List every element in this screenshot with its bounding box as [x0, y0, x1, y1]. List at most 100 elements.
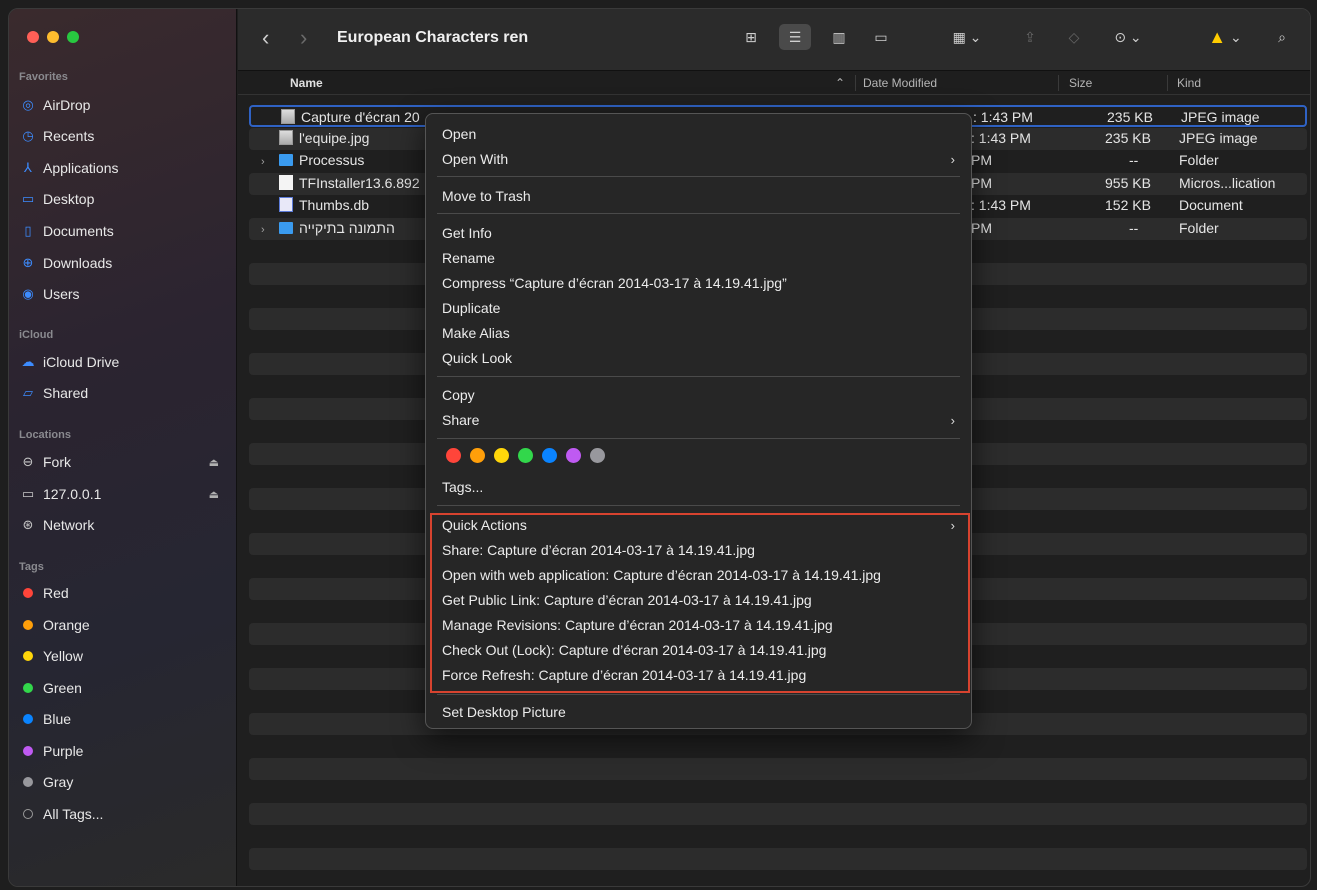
tag-red-swatch[interactable]: [446, 448, 461, 463]
file-date: : 1:43 PM: [971, 130, 1031, 146]
menu-item-quick-actions[interactable]: Quick Actions ›: [442, 514, 961, 536]
sidebar-item-network[interactable]: ⊛ Network: [19, 512, 219, 538]
warning-icon: ▲: [1208, 26, 1227, 47]
share-button[interactable]: ⇪: [1019, 24, 1041, 50]
menu-separator: [437, 505, 960, 506]
menu-item-make-alias[interactable]: Make Alias: [442, 322, 961, 344]
menu-item-open[interactable]: Open: [442, 123, 961, 145]
menu-item-set-desktop-picture[interactable]: Set Desktop Picture: [442, 701, 961, 723]
tag-button[interactable]: ◇: [1061, 24, 1087, 50]
tag-color-picker: [446, 448, 605, 463]
sidebar-item-label: Users: [43, 286, 80, 302]
menu-item-label: Get Info: [442, 225, 492, 241]
sidebar-item-icloud-drive[interactable]: ☁ iCloud Drive: [19, 349, 219, 375]
search-button[interactable]: ⌕: [1269, 24, 1295, 50]
menu-item-qa-force-refresh[interactable]: Force Refresh: Capture d’écran 2014-03-1…: [442, 664, 961, 686]
forward-button[interactable]: ›: [300, 25, 307, 51]
eject-icon[interactable]: ⏏: [209, 488, 219, 501]
tag-gray-swatch[interactable]: [590, 448, 605, 463]
menu-item-qa-share[interactable]: Share: Capture d’écran 2014-03-17 à 14.1…: [442, 539, 961, 561]
sidebar-item-airdrop[interactable]: ◎ AirDrop: [19, 92, 219, 118]
file-size: 235 KB: [1105, 130, 1151, 146]
menu-separator: [437, 694, 960, 695]
file-name: TFInstaller13.6.892: [299, 175, 420, 191]
menu-item-label: Copy: [442, 387, 475, 403]
sidebar-item-documents[interactable]: ▯ Documents: [19, 218, 219, 244]
menu-item-tags[interactable]: Tags...: [442, 476, 961, 498]
menu-separator: [437, 376, 960, 377]
disclosure-chevron-icon[interactable]: ›: [261, 224, 273, 236]
menu-item-rename[interactable]: Rename: [442, 247, 961, 269]
sidebar-item-users[interactable]: ◉ Users: [19, 281, 219, 307]
tag-purple-swatch[interactable]: [566, 448, 581, 463]
clock-icon: ◷: [22, 128, 34, 143]
column-size-header[interactable]: Size: [1069, 76, 1092, 90]
disclosure-chevron-icon[interactable]: ›: [261, 156, 273, 168]
sidebar-tag-purple[interactable]: Purple: [19, 738, 219, 764]
column-name-header[interactable]: Name: [290, 76, 323, 90]
sidebar-item-downloads[interactable]: ⊕ Downloads: [19, 250, 219, 276]
close-window-button[interactable]: [27, 31, 39, 43]
tag-green-swatch[interactable]: [518, 448, 533, 463]
group-icon: ▦ ⌄: [952, 28, 982, 45]
sidebar-item-localhost[interactable]: ▭ 127.0.0.1 ⏏: [19, 481, 219, 507]
drive-icon: ⊖: [22, 454, 34, 469]
sidebar-tag-all[interactable]: All Tags...: [19, 801, 219, 827]
document-icon: [279, 175, 293, 190]
sidebar-item-fork[interactable]: ⊖ Fork ⏏: [19, 449, 219, 475]
menu-item-qa-open-web[interactable]: Open with web application: Capture d’écr…: [442, 564, 961, 586]
sidebar-tag-red[interactable]: Red: [19, 580, 219, 606]
sidebar-tag-yellow[interactable]: Yellow: [19, 643, 219, 669]
menu-item-get-info[interactable]: Get Info: [442, 222, 961, 244]
eject-icon[interactable]: ⏏: [209, 456, 219, 469]
folder-icon: [279, 222, 293, 234]
file-name: l'equipe.jpg: [299, 130, 370, 146]
sidebar-item-recents[interactable]: ◷ Recents: [19, 123, 219, 149]
warning-menu-button[interactable]: ▲ ⌄: [1203, 24, 1247, 50]
column-date-header[interactable]: Date Modified: [863, 76, 937, 90]
sidebar-item-label: Fork: [43, 454, 71, 470]
menu-item-share[interactable]: Share ›: [442, 409, 961, 431]
back-button[interactable]: ‹: [262, 25, 269, 51]
menu-item-label: Make Alias: [442, 325, 510, 341]
menu-item-qa-check-out[interactable]: Check Out (Lock): Capture d’écran 2014-0…: [442, 639, 961, 661]
menu-item-qa-public-link[interactable]: Get Public Link: Capture d’écran 2014-03…: [442, 589, 961, 611]
menu-item-compress[interactable]: Compress “Capture d’écran 2014-03-17 à 1…: [442, 272, 961, 294]
gallery-view-button[interactable]: ▭: [866, 24, 896, 50]
sidebar-tag-orange[interactable]: Orange: [19, 612, 219, 638]
empty-row: [249, 848, 1307, 870]
menu-item-label: Share: Capture d’écran 2014-03-17 à 14.1…: [442, 542, 755, 558]
menu-item-open-with[interactable]: Open With ›: [442, 148, 961, 170]
more-actions-button[interactable]: ⊙ ⌄: [1106, 24, 1150, 50]
tag-yellow-swatch[interactable]: [494, 448, 509, 463]
menu-item-copy[interactable]: Copy: [442, 384, 961, 406]
menu-item-label: Get Public Link: Capture d’écran 2014-03…: [442, 592, 812, 608]
file-name: Processus: [299, 152, 365, 168]
tag-blue-swatch[interactable]: [542, 448, 557, 463]
sidebar-tag-green[interactable]: Green: [19, 675, 219, 701]
sidebar-item-applications[interactable]: ⅄ Applications: [19, 155, 219, 181]
column-divider: [1167, 75, 1168, 91]
monitor-icon: ▭: [21, 486, 35, 501]
minimize-window-button[interactable]: [47, 31, 59, 43]
column-kind-header[interactable]: Kind: [1177, 76, 1201, 90]
menu-item-move-to-trash[interactable]: Move to Trash: [442, 185, 961, 207]
icon-view-button[interactable]: ⊞: [738, 24, 764, 50]
sidebar-tag-blue[interactable]: Blue: [19, 706, 219, 732]
zoom-window-button[interactable]: [67, 31, 79, 43]
db-file-icon: [279, 197, 293, 212]
sidebar-item-desktop[interactable]: ▭ Desktop: [19, 186, 219, 212]
finder-window: Favorites ◎ AirDrop ◷ Recents ⅄ Application…: [8, 8, 1311, 887]
file-kind: JPEG image: [1179, 130, 1258, 146]
sidebar-tag-gray[interactable]: Gray: [19, 769, 219, 795]
column-view-button[interactable]: ▥: [825, 24, 853, 50]
list-view-button[interactable]: ☰: [779, 24, 811, 50]
tag-orange-swatch[interactable]: [470, 448, 485, 463]
menu-item-quick-look[interactable]: Quick Look: [442, 347, 961, 369]
group-by-button[interactable]: ▦ ⌄: [947, 24, 987, 50]
sidebar-item-shared[interactable]: ▱ Shared: [19, 380, 219, 406]
columns-icon: ▥: [832, 28, 846, 45]
sidebar-item-label: All Tags...: [43, 806, 104, 822]
menu-item-duplicate[interactable]: Duplicate: [442, 297, 961, 319]
menu-item-qa-manage-revisions[interactable]: Manage Revisions: Capture d’écran 2014-0…: [442, 614, 961, 636]
